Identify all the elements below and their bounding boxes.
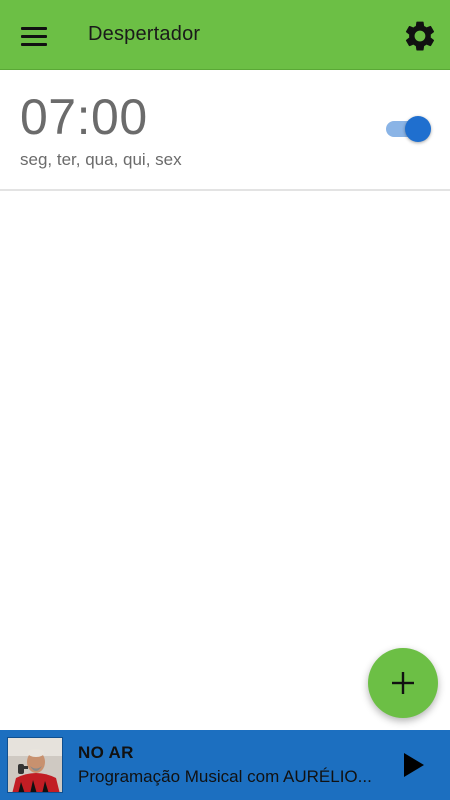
menu-line bbox=[21, 42, 47, 46]
program-title: Programação Musical com AURÉLIO... bbox=[78, 767, 372, 786]
alarm-time: 07:00 bbox=[20, 89, 148, 145]
plus-icon bbox=[392, 672, 414, 694]
player-bar[interactable]: NO AR Programação Musical com AURÉLIO... bbox=[0, 730, 450, 800]
alarm-item[interactable]: 07:00 seg, ter, qua, qui, sex bbox=[0, 70, 450, 191]
alarm-toggle[interactable] bbox=[384, 116, 432, 142]
hamburger-menu-icon[interactable] bbox=[14, 18, 56, 54]
on-air-label: NO AR bbox=[78, 743, 134, 762]
menu-line bbox=[21, 26, 47, 30]
play-icon[interactable] bbox=[398, 748, 430, 782]
app-bar: Despertador bbox=[0, 0, 450, 70]
toggle-thumb bbox=[405, 116, 431, 142]
gear-icon[interactable] bbox=[402, 18, 438, 54]
add-alarm-button[interactable] bbox=[368, 648, 438, 718]
page-title: Despertador bbox=[88, 23, 201, 45]
alarm-days: seg, ter, qua, qui, sex bbox=[20, 150, 182, 169]
program-cover-image bbox=[7, 737, 63, 793]
menu-line bbox=[21, 34, 47, 38]
app-root: Despertador 07:00 seg, ter, qua, qui, se… bbox=[0, 0, 450, 800]
